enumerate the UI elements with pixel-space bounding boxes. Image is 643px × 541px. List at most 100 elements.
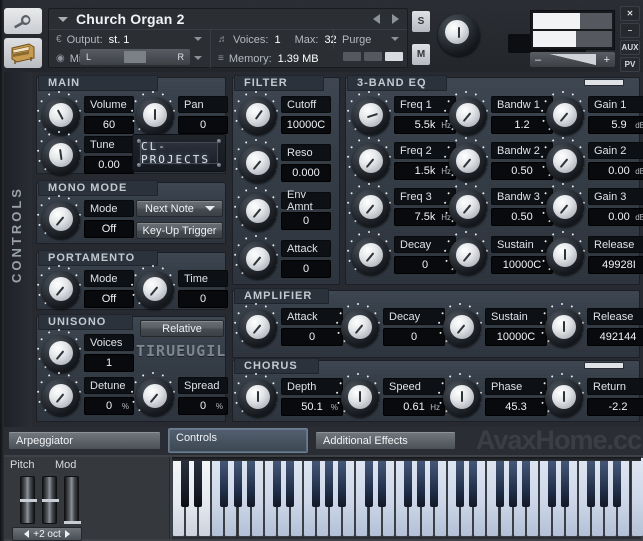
eq-gain3-control[interactable]: Gain 3 0.00dB xyxy=(544,186,643,230)
black-key[interactable] xyxy=(496,457,504,507)
octave-up-icon[interactable] xyxy=(65,530,70,538)
purge-chevron-icon[interactable] xyxy=(391,37,399,41)
purge-dropdown[interactable]: Purge xyxy=(333,30,407,49)
eq-gain1-value[interactable]: 5.9dB xyxy=(588,116,643,134)
amp-attack-control[interactable]: Attack 0 xyxy=(237,306,345,350)
pitch-wheel[interactable] xyxy=(20,476,35,524)
chorus-return-control[interactable]: Return -2.2 xyxy=(543,376,643,420)
black-key[interactable] xyxy=(430,457,438,507)
chorus-depth-value[interactable]: 50.1% xyxy=(281,398,343,416)
pan-control[interactable]: Pan 0 xyxy=(134,94,229,138)
minimize-button[interactable]: – xyxy=(620,23,640,38)
eq-freq1-knob[interactable] xyxy=(352,97,390,135)
chorus-return-value[interactable]: -2.2 xyxy=(587,398,643,416)
eq-freq1-control[interactable]: Freq 1 5.5kHz xyxy=(350,94,458,138)
unisono-voices-control[interactable]: Voices 1 xyxy=(40,332,135,376)
volume-value[interactable]: 60 xyxy=(84,116,134,134)
chorus-speed-knob[interactable] xyxy=(341,379,379,417)
pan-slider-handle[interactable] xyxy=(124,51,146,63)
filter-decay-control[interactable]: Decay 0 xyxy=(350,234,458,278)
portamento-mode-control[interactable]: Mode Off xyxy=(40,268,135,312)
black-key[interactable] xyxy=(325,457,333,507)
black-key[interactable] xyxy=(404,457,412,507)
eq-gain3-value[interactable]: 0.00dB xyxy=(588,208,643,226)
eq-gain2-control[interactable]: Gain 2 0.00dB xyxy=(544,140,643,184)
filter-release-control[interactable]: Release 49928I xyxy=(544,234,643,278)
pitch-wheel-2-handle[interactable] xyxy=(42,499,59,502)
black-key[interactable] xyxy=(587,457,595,507)
mod-wheel-handle[interactable] xyxy=(64,521,81,524)
eq-gain2-knob[interactable] xyxy=(546,143,584,181)
unisono-spread-value[interactable]: 0 % xyxy=(178,397,228,415)
mute-button[interactable]: M xyxy=(412,44,430,65)
unisono-detune-control[interactable]: Detune 0 % xyxy=(40,375,135,419)
amp-attack-knob[interactable] xyxy=(239,309,277,347)
black-key[interactable] xyxy=(181,457,189,507)
amp-release-control[interactable]: Release 492144 xyxy=(543,306,643,350)
mono-mode-knob[interactable] xyxy=(42,201,80,239)
black-key[interactable] xyxy=(247,457,255,507)
filter-attack-knob[interactable] xyxy=(239,241,277,279)
black-key[interactable] xyxy=(509,457,517,507)
eq-bandw2-knob[interactable] xyxy=(449,143,487,181)
black-key[interactable] xyxy=(548,457,556,507)
portamento-time-knob[interactable] xyxy=(136,271,174,309)
chorus-depth-control[interactable]: Depth 50.1% xyxy=(237,376,345,420)
eq-bandw3-control[interactable]: Bandw 3 0.50 xyxy=(447,186,555,230)
eq-gain1-control[interactable]: Gain 1 5.9dB xyxy=(544,94,643,138)
white-key[interactable] xyxy=(631,457,643,537)
amp-attack-value[interactable]: 0 xyxy=(281,328,343,346)
portamento-mode-knob[interactable] xyxy=(42,271,80,309)
amp-sustain-control[interactable]: Sustain 10000C xyxy=(441,306,549,350)
black-key[interactable] xyxy=(417,457,425,507)
instrument-icon[interactable] xyxy=(4,38,42,68)
output-chevron-icon[interactable] xyxy=(194,37,202,41)
tab-additional-effects[interactable]: Additional Effects xyxy=(315,431,456,450)
chorus-depth-knob[interactable] xyxy=(239,379,277,417)
chorus-phase-control[interactable]: Phase 45.3 xyxy=(441,376,549,420)
chorus-bypass-led[interactable] xyxy=(584,362,624,369)
black-key[interactable] xyxy=(613,457,621,507)
mono-mode-value[interactable]: Off xyxy=(84,220,134,238)
relative-button[interactable]: Relative xyxy=(140,320,224,337)
key-up-trigger-button[interactable]: Key-Up Trigger xyxy=(136,222,223,239)
black-key[interactable] xyxy=(220,457,228,507)
amp-decay-control[interactable]: Decay 0 xyxy=(339,306,447,350)
octave-down-icon[interactable] xyxy=(24,530,29,538)
filter-cutoff-knob[interactable] xyxy=(239,97,277,135)
close-button[interactable]: ✕ xyxy=(620,6,640,21)
tab-arpeggiator[interactable]: Arpeggiator xyxy=(8,431,161,450)
eq-freq2-control[interactable]: Freq 2 1.5kHz xyxy=(350,140,458,184)
next-preset-icon[interactable] xyxy=(392,14,399,24)
unisono-detune-value[interactable]: 0 % xyxy=(84,397,134,415)
master-tune-knob[interactable] xyxy=(438,14,480,56)
eq-bandw2-control[interactable]: Bandw 2 0.50 xyxy=(447,140,555,184)
aux-button[interactable]: AUX xyxy=(620,40,640,55)
preset-nav[interactable] xyxy=(373,14,399,24)
tune-value[interactable]: 0.00 xyxy=(84,156,134,174)
filter-cutoff-value[interactable]: 10000C xyxy=(281,116,331,134)
filter-reso-knob[interactable] xyxy=(239,145,277,183)
volume-slider[interactable]: – + xyxy=(530,52,615,67)
prev-preset-icon[interactable] xyxy=(373,14,380,24)
black-key[interactable] xyxy=(378,457,386,507)
volume-knob[interactable] xyxy=(42,97,80,135)
pan-knob[interactable] xyxy=(136,97,174,135)
black-key[interactable] xyxy=(194,457,202,507)
eq-bypass-led[interactable] xyxy=(584,79,624,86)
eq-gain3-knob[interactable] xyxy=(546,189,584,227)
pan-value[interactable]: 0 xyxy=(178,116,228,134)
eq-freq3-knob[interactable] xyxy=(352,189,390,227)
unisono-detune-knob[interactable] xyxy=(42,378,80,416)
black-key[interactable] xyxy=(561,457,569,507)
filter-decay-knob[interactable] xyxy=(352,237,390,275)
eq-freq3-control[interactable]: Freq 3 7.5kHz xyxy=(350,186,458,230)
black-key[interactable] xyxy=(234,457,242,507)
amp-sustain-value[interactable]: 10000C xyxy=(485,328,547,346)
unisono-voices-value[interactable]: 1 xyxy=(84,354,134,372)
filter-release-value[interactable]: 49928I xyxy=(588,256,643,274)
black-key[interactable] xyxy=(365,457,373,507)
black-key[interactable] xyxy=(600,457,608,507)
black-key[interactable] xyxy=(338,457,346,507)
black-key[interactable] xyxy=(469,457,477,507)
